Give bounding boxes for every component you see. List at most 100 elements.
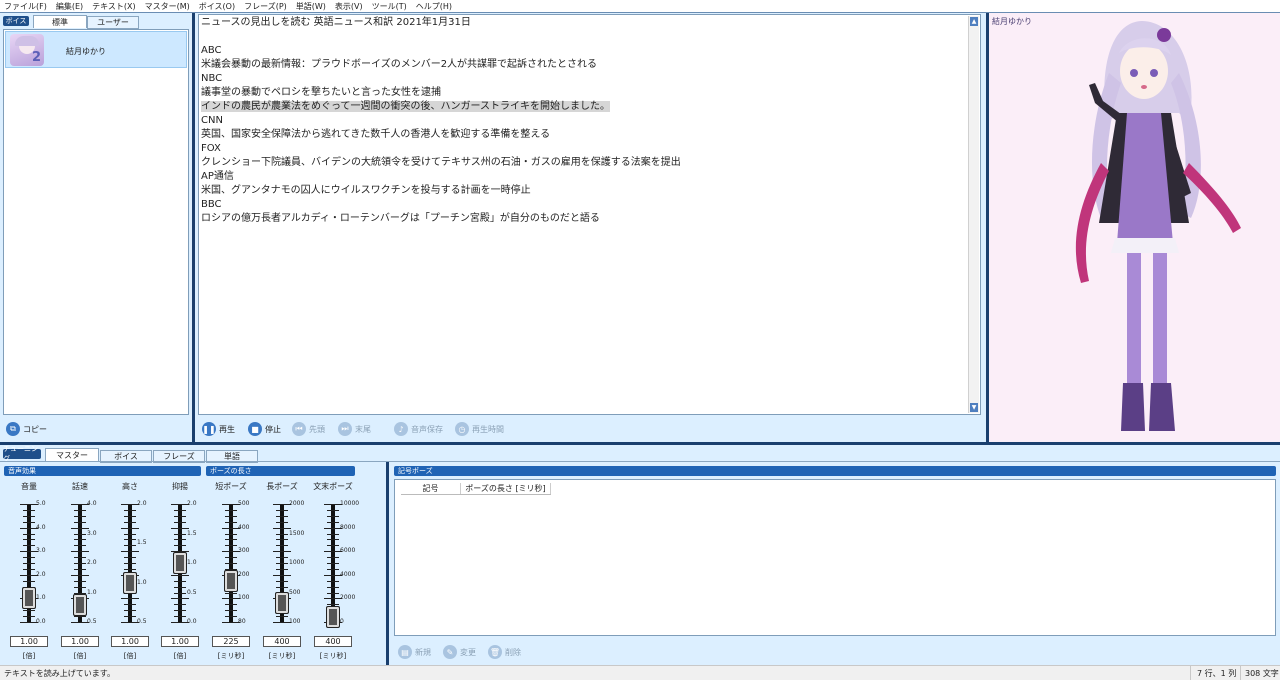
- slider-thumb[interactable]: [275, 592, 289, 615]
- slider-thumb[interactable]: [173, 552, 187, 574]
- slider-tick: [225, 533, 237, 535]
- editor-line[interactable]: ABC: [201, 44, 961, 58]
- editor-line[interactable]: [201, 30, 961, 44]
- scroll-down-button[interactable]: ▼: [970, 403, 978, 412]
- editor-line[interactable]: BBC: [201, 198, 961, 212]
- last-button[interactable]: ⏭ 末尾: [338, 422, 371, 436]
- slider-tick: [74, 533, 86, 535]
- slider-5[interactable]: 長ポーズ 2000 1500 1000 500 100 400 [ミリ秒]: [257, 482, 307, 662]
- slider-tick-label: 2.0: [137, 500, 147, 507]
- editor-line[interactable]: クレンショー下院議員、バイデンの大統領令を受けてテキサス州の石油・ガスの雇用を保…: [201, 156, 961, 170]
- tab-master[interactable]: マスター: [45, 448, 99, 461]
- symbol-pause-table: 記号 ポーズの長さ [ミリ秒]: [394, 479, 1276, 636]
- slider-tick-label: 0: [340, 618, 344, 625]
- first-button[interactable]: ⏮ 先頭: [292, 422, 325, 436]
- menu-item[interactable]: マスター(M): [145, 1, 190, 12]
- editor-line[interactable]: AP通信: [201, 170, 961, 184]
- slider-6[interactable]: 文末ポーズ 10000 8000 6000 4000 2000 0 400 [ミリ秒]: [308, 482, 359, 662]
- menu-item[interactable]: ボイス(O): [199, 1, 235, 12]
- slider-value-input[interactable]: 1.00: [161, 636, 199, 647]
- slider-tick-label: 2000: [289, 500, 305, 507]
- tab-line: [0, 461, 1280, 462]
- section-pause-length: ポーズの長さ: [206, 466, 355, 476]
- slider-thumb[interactable]: [326, 606, 340, 629]
- slider-value-input[interactable]: 400: [314, 636, 352, 647]
- slider-value-input[interactable]: 1.00: [10, 636, 48, 647]
- slider-tick: [276, 616, 288, 618]
- editor-line[interactable]: ニュースの見出しを読む 英語ニュース和訳 2021年1月31日: [201, 16, 961, 30]
- delete-button[interactable]: 🗑 削除: [488, 645, 521, 659]
- stop-button[interactable]: ■ 停止: [248, 422, 281, 436]
- menu-item[interactable]: 表示(V): [335, 1, 363, 12]
- play-time-button[interactable]: ◷ 再生時間: [455, 422, 504, 436]
- slider-thumb[interactable]: [224, 570, 238, 593]
- slider-thumb[interactable]: [22, 587, 36, 610]
- slider-1[interactable]: 話速 4.0 3.0 2.0 1.0 0.5 1.00 [倍]: [55, 482, 105, 662]
- menu-item[interactable]: フレーズ(P): [244, 1, 287, 12]
- menu-item[interactable]: ヘルプ(H): [416, 1, 452, 12]
- editor-line[interactable]: 米議会暴動の最新情報：プラウドボーイズのメンバー2人が共謀罪で起訴されたとされる: [201, 58, 961, 72]
- editor-text[interactable]: ニュースの見出しを読む 英語ニュース和訳 2021年1月31日 ABC 米議会暴動の…: [201, 16, 961, 226]
- slider-tick: [124, 610, 136, 612]
- editor-line[interactable]: 英国、国家安全保障法から逃れてきた数千人の香港人を歓迎する準備を整える: [201, 128, 961, 142]
- edit-button[interactable]: ✎ 変更: [443, 645, 476, 659]
- slider-4[interactable]: 短ポーズ 500 400 300 200 100 80 225 [ミリ秒]: [206, 482, 256, 662]
- voice-badge: 2: [32, 50, 42, 65]
- slider-thumb[interactable]: [73, 594, 87, 617]
- slider-2[interactable]: 高さ 2.0 1.5 1.0 0.5 1.00 [倍]: [105, 482, 155, 662]
- slider-tick-label: 500: [238, 500, 250, 507]
- slider-unit: [倍]: [123, 652, 137, 660]
- editor-scrollbar[interactable]: ▲ ▼: [968, 16, 979, 413]
- col-symbol[interactable]: 記号: [401, 483, 461, 494]
- menu-item[interactable]: 編集(E): [56, 1, 83, 12]
- slider-value-input[interactable]: 225: [212, 636, 250, 647]
- slider-3[interactable]: 抑揚 2.0 1.5 1.0 0.5 0.0 1.00 [倍]: [155, 482, 205, 662]
- menu-item[interactable]: ツール(T): [372, 1, 407, 12]
- slider-tick: [174, 610, 186, 612]
- slider-tick-label: 0.5: [137, 618, 147, 625]
- save-audio-button[interactable]: ♪ 音声保存: [394, 422, 443, 436]
- slider-tick: [327, 604, 339, 606]
- voice-name: 結月ゆかり: [66, 47, 106, 56]
- slider-tick: [74, 586, 86, 588]
- editor-line[interactable]: 議事堂の暴動でペロシを撃ちたいと言った女性を逮捕: [201, 86, 961, 100]
- slider-value-input[interactable]: 1.00: [61, 636, 99, 647]
- editor-line-text: ロシアの億万長者アルカディ・ローテンバーグは「プーチン宮殿」が自分のものだと語る: [201, 213, 600, 224]
- editor-line[interactable]: インドの農民が農業法をめぐって一週間の衝突の後、ハンガーストライキを開始しました…: [201, 100, 961, 114]
- editor-line[interactable]: NBC: [201, 72, 961, 86]
- editor-line[interactable]: ロシアの億万長者アルカディ・ローテンバーグは「プーチン宮殿」が自分のものだと語る: [201, 212, 961, 226]
- slider-value-input[interactable]: 400: [263, 636, 301, 647]
- menu-item[interactable]: 単語(W): [296, 1, 326, 12]
- slider-tick: [276, 509, 288, 511]
- editor-line[interactable]: 米国、グアンタナモの囚人にウイルスワクチンを投与する計画を一時停止: [201, 184, 961, 198]
- slider-thumb[interactable]: [123, 571, 137, 594]
- slider-tick-label: 500: [289, 588, 301, 596]
- slider-tick: [74, 545, 86, 547]
- slider-tick: [276, 586, 288, 588]
- section-effects: 音声効果: [4, 466, 201, 476]
- slider-value-input[interactable]: 1.00: [111, 636, 149, 647]
- tab-user[interactable]: ユーザー: [87, 16, 139, 29]
- slider-0[interactable]: 音量 5.0 4.0 3.0 2.0 1.0 0.0 1.00 [倍]: [4, 482, 54, 662]
- slider-label: 短ポーズ: [215, 482, 247, 491]
- editor-line[interactable]: CNN: [201, 114, 961, 128]
- slider-tick: [225, 515, 237, 517]
- slider-tick: [225, 509, 237, 511]
- copy-button[interactable]: ⧉ コピー: [6, 422, 47, 436]
- voice-item[interactable]: 2 結月ゆかり: [5, 31, 187, 68]
- play-button[interactable]: ❚❚ 再生: [202, 422, 235, 436]
- slider-tick: [327, 568, 339, 570]
- slider-tick: [23, 509, 35, 511]
- slider-tick: [327, 515, 339, 517]
- slider-tick: [124, 557, 136, 559]
- new-button[interactable]: ▤ 新規: [398, 645, 431, 659]
- text-editor[interactable]: ニュースの見出しを読む 英語ニュース和訳 2021年1月31日 ABC 米議会暴動の…: [198, 14, 981, 415]
- editor-line[interactable]: FOX: [201, 142, 961, 156]
- slider-tick: [273, 574, 291, 576]
- slider-tick-label: 1.5: [187, 529, 197, 537]
- menu-item[interactable]: ファイル(F): [4, 1, 47, 12]
- tab-standard[interactable]: 標準: [33, 15, 87, 28]
- scroll-up-button[interactable]: ▲: [970, 17, 978, 26]
- menu-item[interactable]: テキスト(X): [92, 1, 135, 12]
- col-pause-length[interactable]: ポーズの長さ [ミリ秒]: [461, 483, 551, 494]
